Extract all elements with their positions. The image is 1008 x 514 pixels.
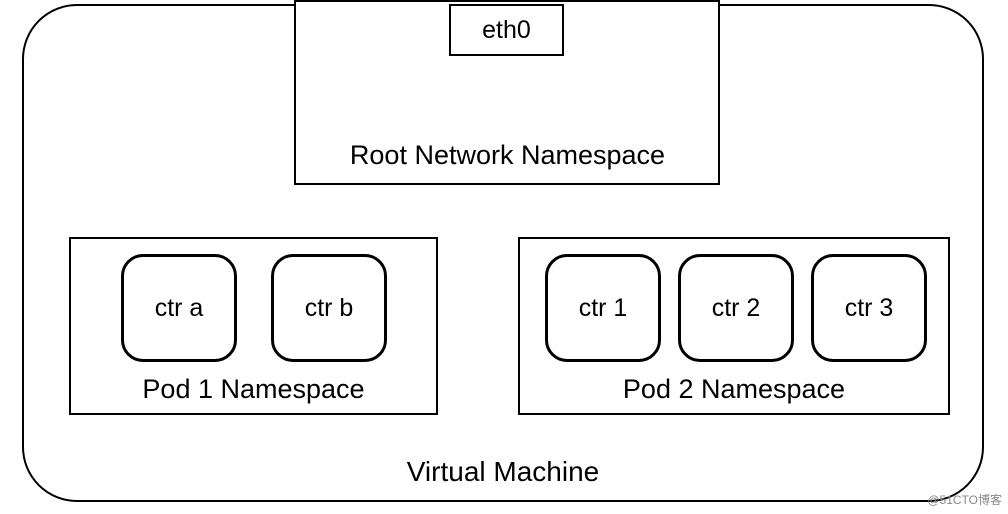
pod2-label: Pod 2 Namespace: [520, 374, 948, 405]
container-2-label: ctr 2: [712, 294, 761, 323]
container-2: ctr 2: [678, 254, 794, 362]
pod1-namespace-box: ctr a ctr b Pod 1 Namespace: [69, 237, 438, 415]
eth0-interface: eth0: [449, 4, 564, 56]
vm-label: Virtual Machine: [24, 456, 982, 488]
container-3: ctr 3: [811, 254, 927, 362]
pod1-label: Pod 1 Namespace: [71, 374, 436, 405]
eth0-label: eth0: [482, 16, 531, 45]
watermark: @51CTO博客: [927, 491, 1002, 508]
pod2-namespace-box: ctr 1 ctr 2 ctr 3 Pod 2 Namespace: [518, 237, 950, 415]
container-a-label: ctr a: [155, 294, 204, 323]
container-b-label: ctr b: [305, 294, 354, 323]
container-3-label: ctr 3: [845, 294, 894, 323]
container-a: ctr a: [121, 254, 237, 362]
container-b: ctr b: [271, 254, 387, 362]
root-namespace-label: Root Network Namespace: [310, 140, 705, 171]
container-1-label: ctr 1: [579, 294, 628, 323]
container-1: ctr 1: [545, 254, 661, 362]
